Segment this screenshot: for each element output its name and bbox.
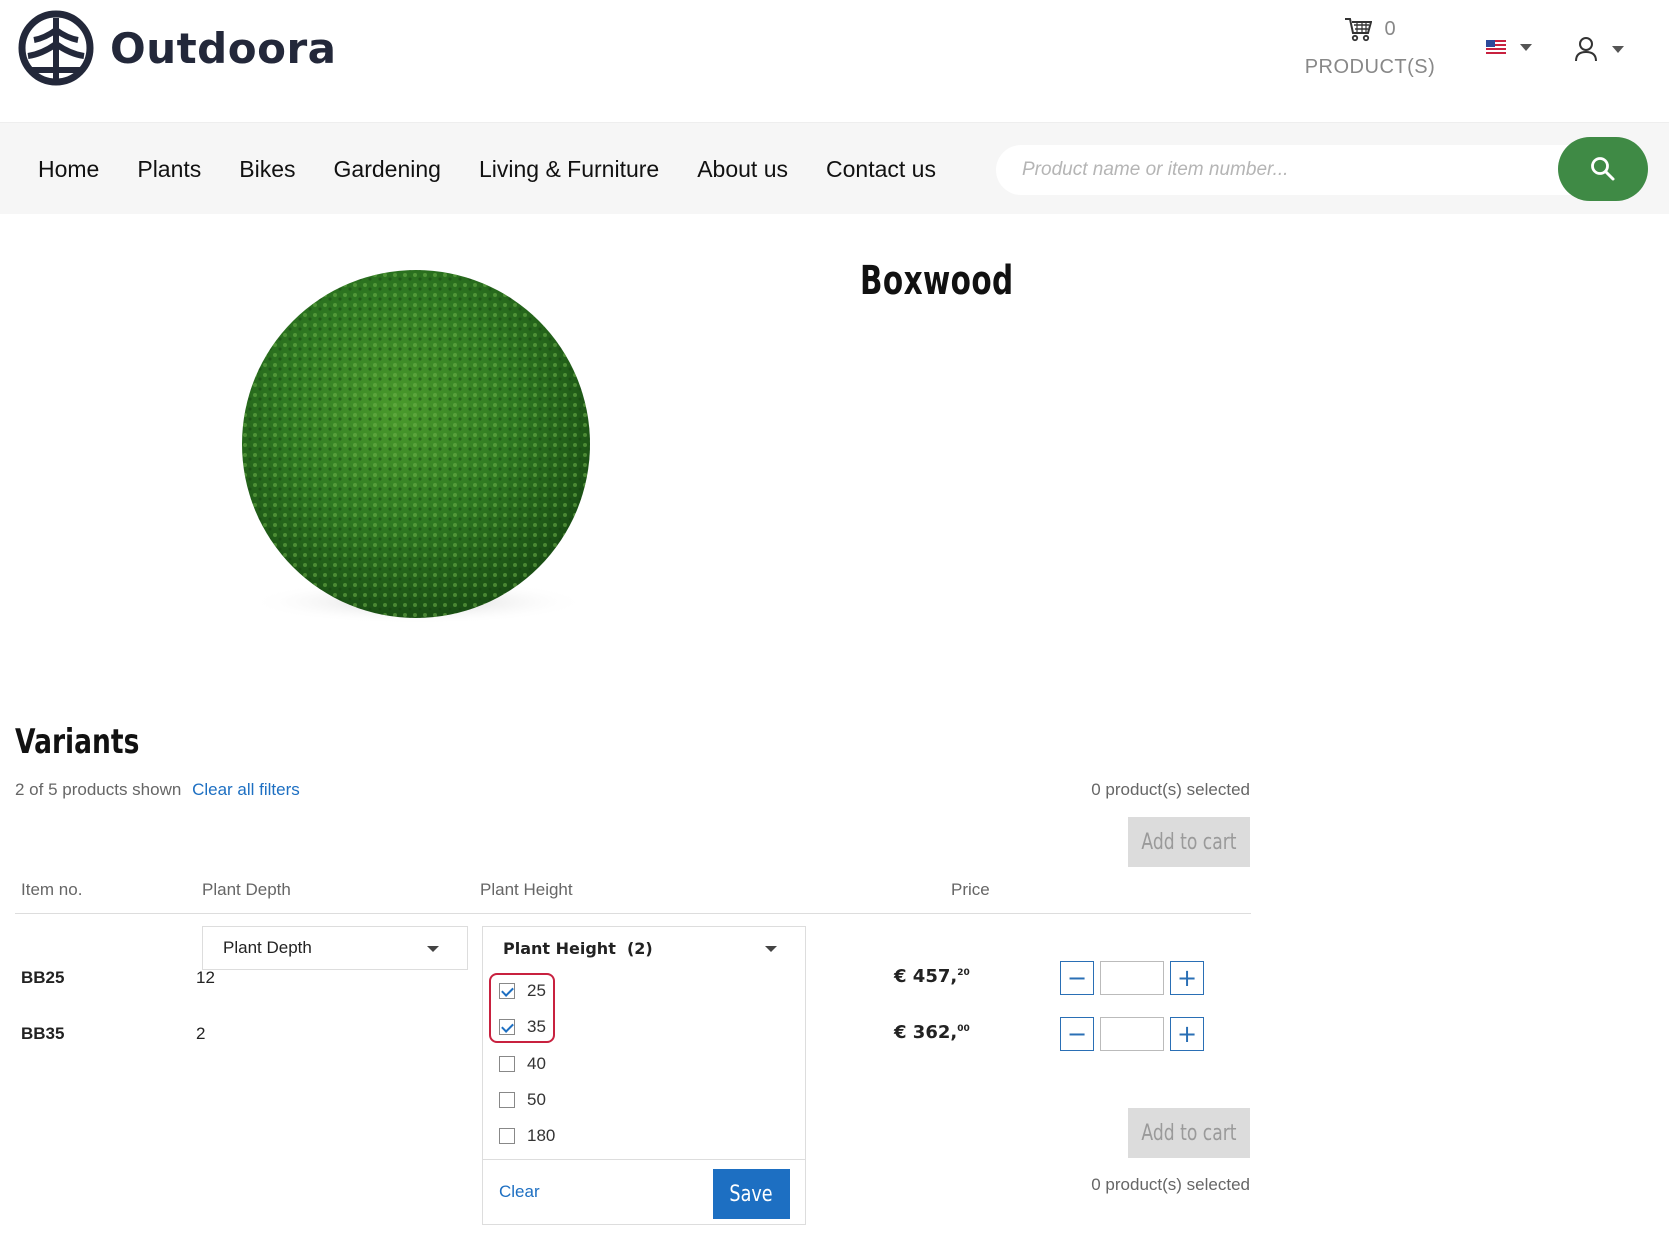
language-selector[interactable] (1486, 40, 1532, 54)
cart-icon (1345, 18, 1373, 42)
decrease-quantity-button[interactable]: − (1060, 961, 1094, 995)
row-plant-depth: 2 (196, 1024, 206, 1043)
brand-logo[interactable]: Outdoora (18, 10, 337, 86)
plant-height-dropdown: 25 35 40 50 180 Clear Save (482, 969, 806, 1225)
plus-icon: + (1176, 964, 1198, 992)
tree-logo-icon (18, 10, 94, 86)
add-to-cart-button-top[interactable]: Add to cart (1128, 817, 1250, 867)
product-title: Boxwood (860, 258, 1014, 304)
products-shown-summary: 2 of 5 products shown Clear all filters (15, 780, 300, 800)
checkbox-unchecked[interactable] (499, 1056, 515, 1072)
quantity-stepper: − + (1060, 961, 1204, 995)
height-option-180[interactable]: 180 (499, 1126, 555, 1146)
table-header-divider (15, 913, 1251, 914)
height-option-25[interactable]: 25 (499, 981, 546, 1001)
plus-icon: + (1176, 1020, 1198, 1048)
increase-quantity-button[interactable]: + (1170, 961, 1204, 995)
nav-gardening[interactable]: Gardening (334, 156, 441, 183)
row-plant-depth: 12 (196, 968, 215, 987)
checkbox-unchecked[interactable] (499, 1092, 515, 1108)
column-header-price: Price (951, 880, 990, 899)
price-main: € 457, (894, 966, 958, 987)
add-to-cart-button-bottom[interactable]: Add to cart (1128, 1108, 1250, 1158)
row-item-no: BB35 (21, 1024, 65, 1043)
cart-count: 0 (1384, 17, 1396, 40)
height-option-label: 35 (527, 1017, 546, 1036)
plant-depth-filter-label: Plant Depth (223, 938, 312, 957)
chevron-down-icon (427, 946, 439, 952)
user-icon (1575, 37, 1597, 62)
increase-quantity-button[interactable]: + (1170, 1017, 1204, 1051)
search-icon (1591, 157, 1615, 181)
user-menu[interactable] (1574, 36, 1624, 62)
cart-label: PRODUCT(S) (1304, 56, 1436, 78)
search-input[interactable] (996, 145, 1596, 195)
column-header-item-no: Item no. (21, 880, 83, 899)
price-cents: 20 (957, 968, 970, 978)
column-header-plant-height: Plant Height (480, 880, 573, 899)
nav-living-furniture[interactable]: Living & Furniture (479, 156, 659, 183)
quantity-input[interactable] (1100, 961, 1164, 995)
search-button[interactable] (1558, 137, 1648, 201)
variants-heading: Variants (15, 722, 140, 762)
height-option-label: 40 (527, 1054, 546, 1073)
search-bar (996, 137, 1648, 201)
nav-about-us[interactable]: About us (697, 156, 788, 183)
decrease-quantity-button[interactable]: − (1060, 1017, 1094, 1051)
selected-count-top: 0 product(s) selected (1091, 780, 1250, 799)
nav-home[interactable]: Home (38, 156, 99, 183)
chevron-down-icon (1520, 43, 1532, 51)
dropdown-footer: Clear Save (483, 1159, 805, 1225)
clear-all-filters-link[interactable]: Clear all filters (192, 780, 300, 799)
quantity-stepper: − + (1060, 1017, 1204, 1051)
column-header-plant-depth: Plant Depth (202, 880, 291, 899)
add-to-cart-label: Add to cart (1141, 829, 1237, 855)
add-to-cart-label: Add to cart (1141, 1120, 1237, 1146)
us-flag-icon (1486, 40, 1506, 54)
chevron-down-icon (765, 946, 777, 952)
checkbox-unchecked[interactable] (499, 1128, 515, 1144)
main-navigation-bar: Home Plants Bikes Gardening Living & Fur… (0, 122, 1669, 214)
height-option-label: 25 (527, 981, 546, 1000)
chevron-down-icon (1612, 45, 1624, 53)
nav-bikes[interactable]: Bikes (239, 156, 295, 183)
minus-icon: − (1066, 1020, 1088, 1048)
cart-widget[interactable]: 0 PRODUCT(S) (1300, 14, 1440, 79)
row-price: € 457,20 (894, 966, 970, 987)
minus-icon: − (1066, 964, 1088, 992)
plant-height-filter[interactable]: Plant Height (2) (482, 926, 806, 970)
row-item-no: BB25 (21, 968, 65, 987)
price-cents: 00 (957, 1024, 970, 1034)
selected-count-bottom: 0 product(s) selected (1091, 1175, 1250, 1194)
price-main: € 362, (894, 1022, 958, 1043)
nav-contact-us[interactable]: Contact us (826, 156, 936, 183)
height-option-40[interactable]: 40 (499, 1054, 546, 1074)
product-image-boxwood (242, 270, 590, 624)
plant-height-filter-label: Plant Height (2) (503, 938, 653, 958)
dropdown-save-button[interactable]: Save (713, 1169, 790, 1219)
nav-plants[interactable]: Plants (137, 156, 201, 183)
save-label: Save (729, 1181, 774, 1207)
row-price: € 362,00 (894, 1022, 970, 1043)
site-header: Outdoora 0 PRODUCT(S) (0, 0, 1669, 122)
main-nav: Home Plants Bikes Gardening Living & Fur… (38, 123, 974, 215)
products-shown-count: 2 of 5 products shown (15, 780, 182, 799)
height-option-50[interactable]: 50 (499, 1090, 546, 1110)
plant-depth-filter[interactable]: Plant Depth (202, 926, 468, 970)
checkbox-checked[interactable] (499, 983, 515, 999)
brand-name: Outdoora (110, 23, 337, 73)
checkbox-checked[interactable] (499, 1019, 515, 1035)
height-option-label: 180 (527, 1126, 556, 1145)
height-option-35[interactable]: 35 (499, 1017, 546, 1037)
height-option-label: 50 (527, 1090, 546, 1109)
dropdown-clear-link[interactable]: Clear (499, 1182, 540, 1202)
quantity-input[interactable] (1100, 1017, 1164, 1051)
